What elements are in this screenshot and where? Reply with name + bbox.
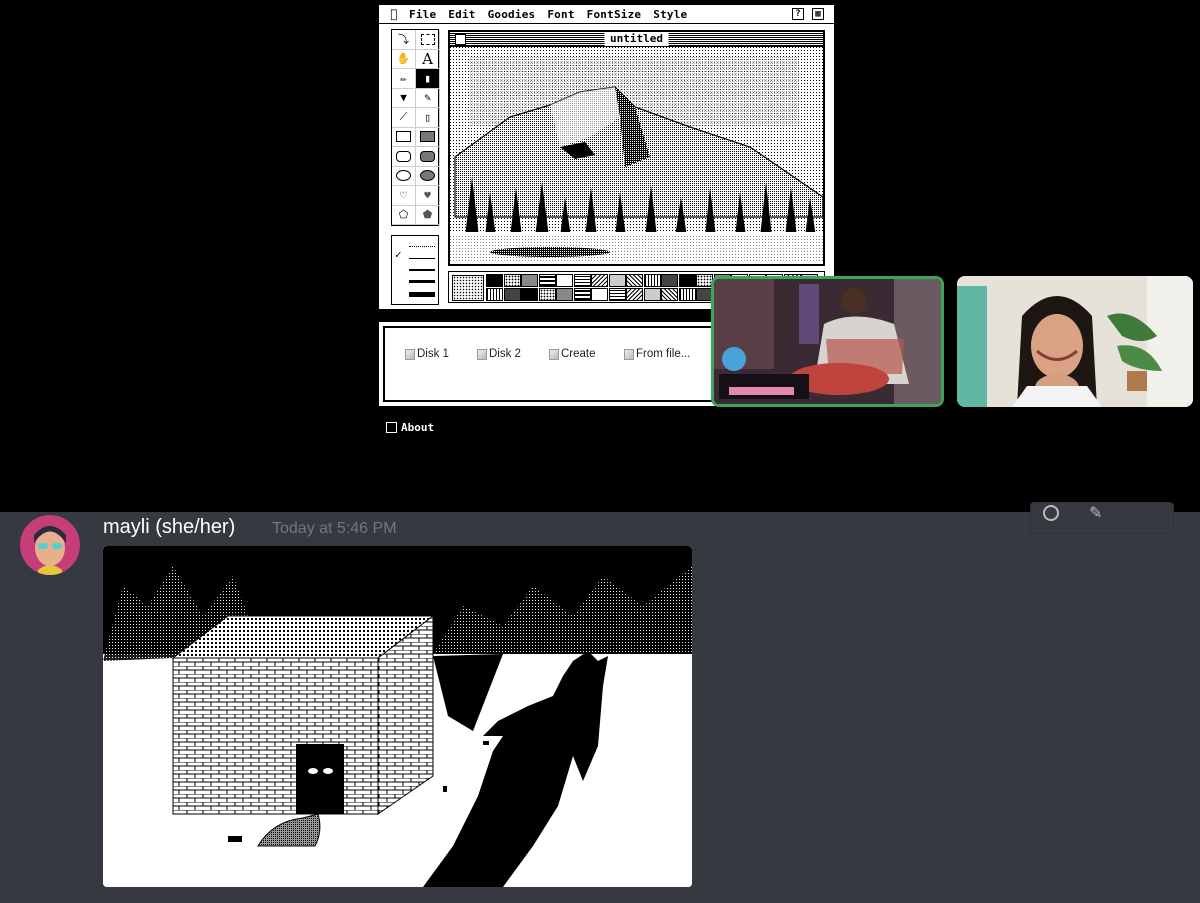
checkmark-icon: ✓ [395,248,402,261]
participant-video-2 [957,276,1193,407]
chat-panel: ✎ mayli (she/her) Today at 5:46 PM [0,502,1200,903]
pattern-swatch[interactable] [486,288,503,301]
pattern-swatch[interactable] [503,288,521,301]
filled-rectangle-icon[interactable] [416,127,440,147]
macpaint-window:  File Edit Goodies Font FontSize Style … [378,4,835,310]
finder-icon[interactable]: ▦ [812,8,824,20]
add-reaction-icon[interactable] [1043,505,1059,521]
lasso-icon[interactable]: ⤵ [392,30,416,50]
menu-font[interactable]: Font [547,8,574,21]
pattern-swatch[interactable] [678,288,696,301]
paint-canvas[interactable] [450,47,823,264]
pattern-swatch[interactable] [556,288,573,301]
create-button[interactable]: Create [549,348,596,360]
close-box-icon[interactable] [455,34,466,45]
avatar[interactable] [20,515,80,575]
pixel-art-shed-image [103,546,692,887]
message-hover-toolbar[interactable]: ✎ [1030,502,1174,534]
line-tool-icon[interactable]: ⟋ [392,108,416,128]
menu-goodies[interactable]: Goodies [488,8,536,21]
avatar-image [20,515,80,575]
pattern-swatch[interactable] [608,288,626,301]
pattern-swatch[interactable] [661,274,678,287]
menu-file[interactable]: File [409,8,436,21]
screen-share-stream:  File Edit Goodies Font FontSize Style … [0,0,1200,512]
disk-2-button[interactable]: Disk 2 [477,348,521,360]
freeform-icon[interactable]: ♡ [392,186,416,206]
document-title: untitled [604,32,669,46]
video-tile-speaking[interactable] [711,276,944,407]
filled-oval-icon[interactable] [416,166,440,186]
rectangle-icon[interactable] [392,127,416,147]
pattern-swatch[interactable] [678,274,696,287]
pattern-swatch[interactable] [556,274,573,287]
pattern-swatch[interactable] [573,274,591,287]
participant-video-1 [714,279,941,404]
spray-can-icon[interactable]: ▮ [416,69,440,89]
edit-icon[interactable]: ✎ [1089,503,1102,522]
paint-bucket-icon[interactable]: ✏ [392,69,416,89]
brush-icon[interactable]: ▼ [392,88,416,108]
pattern-swatch[interactable] [591,274,608,287]
image-attachment[interactable] [103,546,692,887]
oval-icon[interactable] [392,166,416,186]
document-titlebar[interactable]: untitled [450,32,823,47]
menu-edit[interactable]: Edit [448,8,475,21]
from-file-button[interactable]: From file... [624,348,690,360]
disk-1-button[interactable]: Disk 1 [405,348,449,360]
marquee-icon[interactable] [416,30,440,50]
pattern-swatch[interactable] [591,288,608,301]
help-icon[interactable]: ? [792,8,804,20]
message-author[interactable]: mayli (she/her) [103,516,235,539]
menu-fontsize[interactable]: FontSize [587,8,642,21]
pattern-swatch[interactable] [661,288,678,301]
pattern-swatch[interactable] [608,274,626,287]
about-checkbox[interactable] [386,422,397,433]
text-tool-icon[interactable]: A [416,49,440,69]
broken-image-icon [624,348,634,360]
pattern-swatch[interactable] [521,274,538,287]
pattern-swatch[interactable] [643,288,661,301]
mountain-drawing [450,47,823,264]
pencil-icon[interactable]: ✎ [416,88,440,108]
apple-icon[interactable]:  [379,7,409,21]
about-toggle[interactable]: About [386,421,434,434]
pattern-swatch[interactable] [626,274,643,287]
polygon-icon[interactable]: ⬠ [392,205,416,225]
grabber-hand-icon[interactable]: ✋ [392,49,416,69]
pattern-swatch[interactable] [643,274,661,287]
filled-polygon-icon[interactable]: ⬟ [416,205,440,225]
disk-toolbar: Disk 1 Disk 2 Create From file... [379,322,729,406]
pattern-swatch[interactable] [538,274,556,287]
filled-freeform-icon[interactable]: ♥ [416,186,440,206]
mac-menubar:  File Edit Goodies Font FontSize Style … [379,5,834,24]
pattern-swatch[interactable] [538,288,556,301]
broken-image-icon [477,348,487,360]
pattern-swatch[interactable] [521,288,538,301]
pattern-swatch[interactable] [503,274,521,287]
rounded-rectangle-icon[interactable] [392,147,416,167]
eraser-icon[interactable]: ▯ [416,108,440,128]
pattern-swatch[interactable] [626,288,643,301]
broken-image-icon [549,348,559,360]
tool-palette: ⤵ ✋ A ✏ ▮ ▼ ✎ ⟋ ▯ ♡ ♥ ⬠ ⬟ [391,29,440,226]
video-tile-participant[interactable] [957,276,1193,407]
document-window: untitled [448,30,825,266]
filled-rounded-rectangle-icon[interactable] [416,147,440,167]
broken-image-icon [405,348,415,360]
message-timestamp: Today at 5:46 PM [272,520,397,537]
line-width-palette[interactable]: ✓ [391,235,439,305]
pattern-swatch[interactable] [486,274,503,287]
current-pattern [452,275,484,301]
menu-style[interactable]: Style [653,8,687,21]
pattern-swatch[interactable] [573,288,591,301]
